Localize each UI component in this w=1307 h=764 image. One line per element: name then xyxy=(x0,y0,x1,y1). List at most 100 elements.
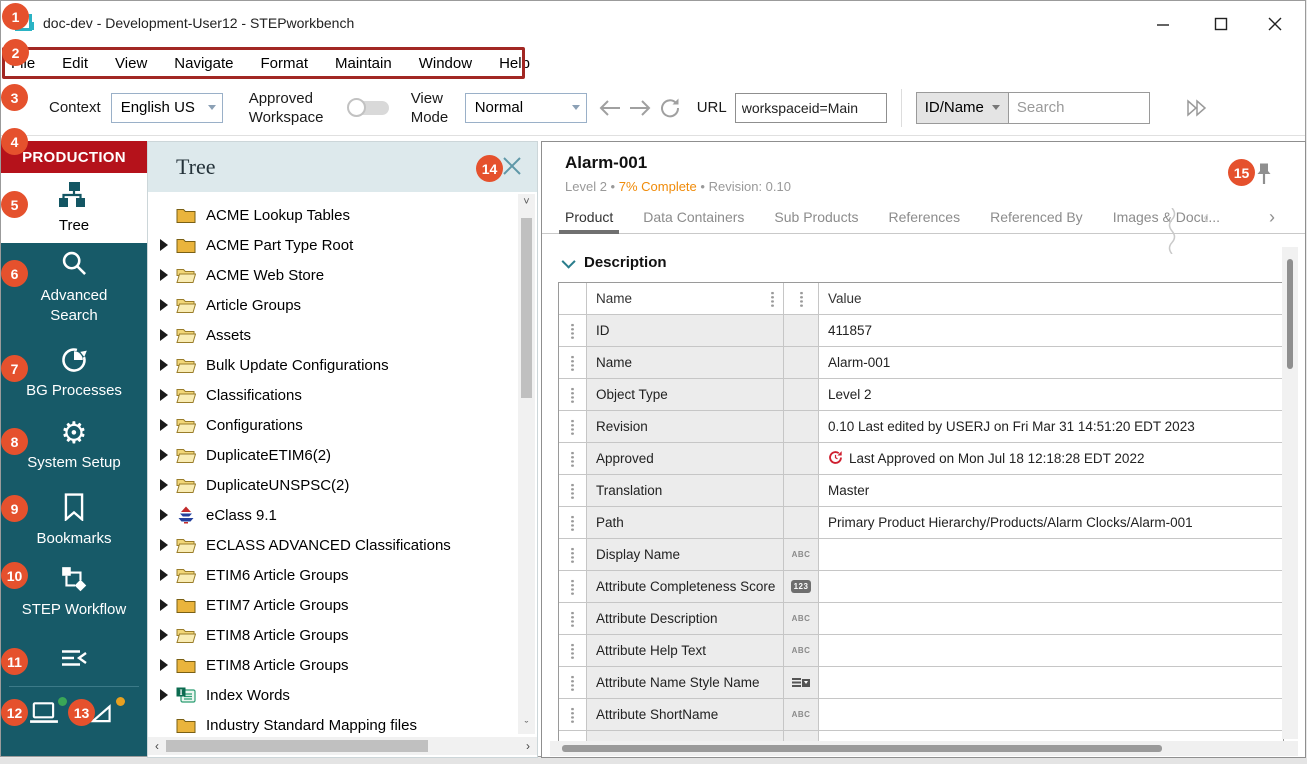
expand-arrow-icon[interactable] xyxy=(160,689,168,701)
table-row[interactable]: Attribute Description ABC xyxy=(559,603,1283,635)
expand-arrow-icon[interactable] xyxy=(160,449,168,461)
table-row[interactable]: Path Primary Product Hierarchy/Products/… xyxy=(559,507,1283,539)
table-row[interactable]: Attribute Name Style Name xyxy=(559,667,1283,699)
tree-horizontal-scrollbar[interactable]: ‹ › xyxy=(148,737,537,755)
scroll-down-icon[interactable]: ˇ xyxy=(518,718,535,734)
expand-arrow-icon[interactable] xyxy=(160,629,168,641)
expand-arrow-icon[interactable] xyxy=(160,359,168,371)
table-row[interactable]: Attribute ShortName ABC xyxy=(559,699,1283,731)
url-input[interactable] xyxy=(735,93,887,123)
close-button[interactable] xyxy=(1253,10,1297,38)
maximize-button[interactable] xyxy=(1199,10,1243,38)
tree-item[interactable]: ACME Web Store xyxy=(148,260,516,290)
table-row[interactable]: Revision 0.10 Last edited by USERJ on Fr… xyxy=(559,411,1283,443)
table-row[interactable]: Object Type Level 2 xyxy=(559,379,1283,411)
tree-item[interactable]: Bulk Update Configurations xyxy=(148,350,516,380)
tab-sub-products[interactable]: Sub Products xyxy=(774,209,858,225)
expand-arrow-icon[interactable] xyxy=(160,419,168,431)
scrollbar-thumb[interactable] xyxy=(521,218,532,398)
refresh-button[interactable] xyxy=(655,93,685,123)
row-handle-icon[interactable] xyxy=(571,387,574,403)
expand-arrow-icon[interactable] xyxy=(160,659,168,671)
back-button[interactable] xyxy=(595,93,625,123)
menu-format[interactable]: Format xyxy=(260,55,308,72)
row-handle-icon[interactable] xyxy=(571,579,574,595)
client-status-button[interactable] xyxy=(29,701,63,727)
menu-edit[interactable]: Edit xyxy=(62,55,88,72)
row-handle-icon[interactable] xyxy=(571,643,574,659)
row-handle-icon[interactable] xyxy=(571,483,574,499)
scroll-left-icon[interactable]: ‹ xyxy=(148,739,166,753)
row-handle-icon[interactable] xyxy=(571,675,574,691)
row-handle-icon[interactable] xyxy=(571,355,574,371)
menu-window[interactable]: Window xyxy=(419,55,472,72)
minimize-button[interactable] xyxy=(1141,10,1185,38)
row-handle-icon[interactable] xyxy=(571,515,574,531)
tree-item[interactable]: Assets xyxy=(148,320,516,350)
menu-navigate[interactable]: Navigate xyxy=(174,55,233,72)
fast-forward-icon[interactable] xyxy=(1182,93,1212,123)
row-handle-icon[interactable] xyxy=(571,707,574,723)
collapse-chevron-icon[interactable] xyxy=(562,254,576,268)
search-type-dropdown[interactable]: ID/Name xyxy=(916,92,1008,124)
menu-maintain[interactable]: Maintain xyxy=(335,55,392,72)
row-handle-icon[interactable] xyxy=(571,419,574,435)
expand-arrow-icon[interactable] xyxy=(160,509,168,521)
row-handle-icon[interactable] xyxy=(571,451,574,467)
tree-item[interactable]: ETIM8 Article Groups xyxy=(148,650,516,680)
tab-data-containers[interactable]: Data Containers xyxy=(643,209,744,225)
scroll-up-icon[interactable]: ˅ xyxy=(518,194,535,210)
editor-vertical-scrollbar[interactable] xyxy=(1282,247,1298,739)
tree-item[interactable]: DuplicateETIM6(2) xyxy=(148,440,516,470)
tree-item[interactable]: DuplicateUNSPSC(2) xyxy=(148,470,516,500)
expand-arrow-icon[interactable] xyxy=(160,269,168,281)
row-handle-icon[interactable] xyxy=(571,547,574,563)
column-menu-icon[interactable] xyxy=(800,291,803,307)
tab-product[interactable]: Product xyxy=(565,209,613,225)
table-row[interactable]: Attribute Help Text ABC xyxy=(559,635,1283,667)
tree-vertical-scrollbar[interactable]: ˅ ˇ xyxy=(518,194,535,734)
expand-arrow-icon[interactable] xyxy=(160,389,168,401)
scrollbar-thumb[interactable] xyxy=(1287,259,1293,369)
expand-arrow-icon[interactable] xyxy=(160,569,168,581)
tree-item[interactable]: Industry Standard Mapping files xyxy=(148,710,516,734)
expand-arrow-icon[interactable] xyxy=(160,299,168,311)
row-handle-icon[interactable] xyxy=(571,611,574,627)
tree-item[interactable]: Configurations xyxy=(148,410,516,440)
editor-horizontal-scrollbar[interactable] xyxy=(550,741,1298,756)
expand-arrow-icon[interactable] xyxy=(160,239,168,251)
search-input[interactable] xyxy=(1008,92,1150,124)
approved-workspace-toggle[interactable] xyxy=(347,98,391,118)
table-row[interactable]: Name Alarm-001 xyxy=(559,347,1283,379)
table-row[interactable]: Approved Last Approved on Mon Jul 18 12:… xyxy=(559,443,1283,475)
scrollbar-thumb[interactable] xyxy=(562,745,1162,752)
tree-item[interactable]: ACME Part Type Root xyxy=(148,230,516,260)
scrollbar-thumb[interactable] xyxy=(166,740,428,752)
table-row[interactable]: ID 411857 xyxy=(559,315,1283,347)
tree-item[interactable]: ETIM7 Article Groups xyxy=(148,590,516,620)
tree-item[interactable]: ECLASS ADVANCED Classifications xyxy=(148,530,516,560)
tree-item[interactable]: ETIM8 Article Groups xyxy=(148,620,516,650)
scroll-right-icon[interactable]: › xyxy=(519,739,537,753)
tabs-scroll-right-icon[interactable]: › xyxy=(1261,206,1283,228)
menu-help[interactable]: Help xyxy=(499,55,530,72)
tree-item[interactable]: ETIM6 Article Groups xyxy=(148,560,516,590)
menu-view[interactable]: View xyxy=(115,55,147,72)
close-panel-icon[interactable] xyxy=(501,155,523,177)
tree-item[interactable]: I Index Words xyxy=(148,680,516,710)
tab-referenced-by[interactable]: Referenced By xyxy=(990,209,1083,225)
expand-arrow-icon[interactable] xyxy=(160,599,168,611)
tree-item[interactable]: Classifications xyxy=(148,380,516,410)
row-handle-icon[interactable] xyxy=(571,323,574,339)
description-section-header[interactable]: Description xyxy=(565,254,667,271)
tabs-scroll-left-icon[interactable]: ‹ xyxy=(1195,206,1217,228)
tree-item[interactable]: eClass 9.1 xyxy=(148,500,516,530)
expand-arrow-icon[interactable] xyxy=(160,539,168,551)
tree-item[interactable]: ACME Lookup Tables xyxy=(148,200,516,230)
forward-button[interactable] xyxy=(625,93,655,123)
table-row[interactable]: Attribute Completeness Score 123 xyxy=(559,571,1283,603)
tree-item[interactable]: Article Groups xyxy=(148,290,516,320)
context-dropdown[interactable]: English US xyxy=(111,93,223,123)
table-row[interactable]: Translation Master xyxy=(559,475,1283,507)
view-mode-dropdown[interactable]: Normal xyxy=(465,93,587,123)
